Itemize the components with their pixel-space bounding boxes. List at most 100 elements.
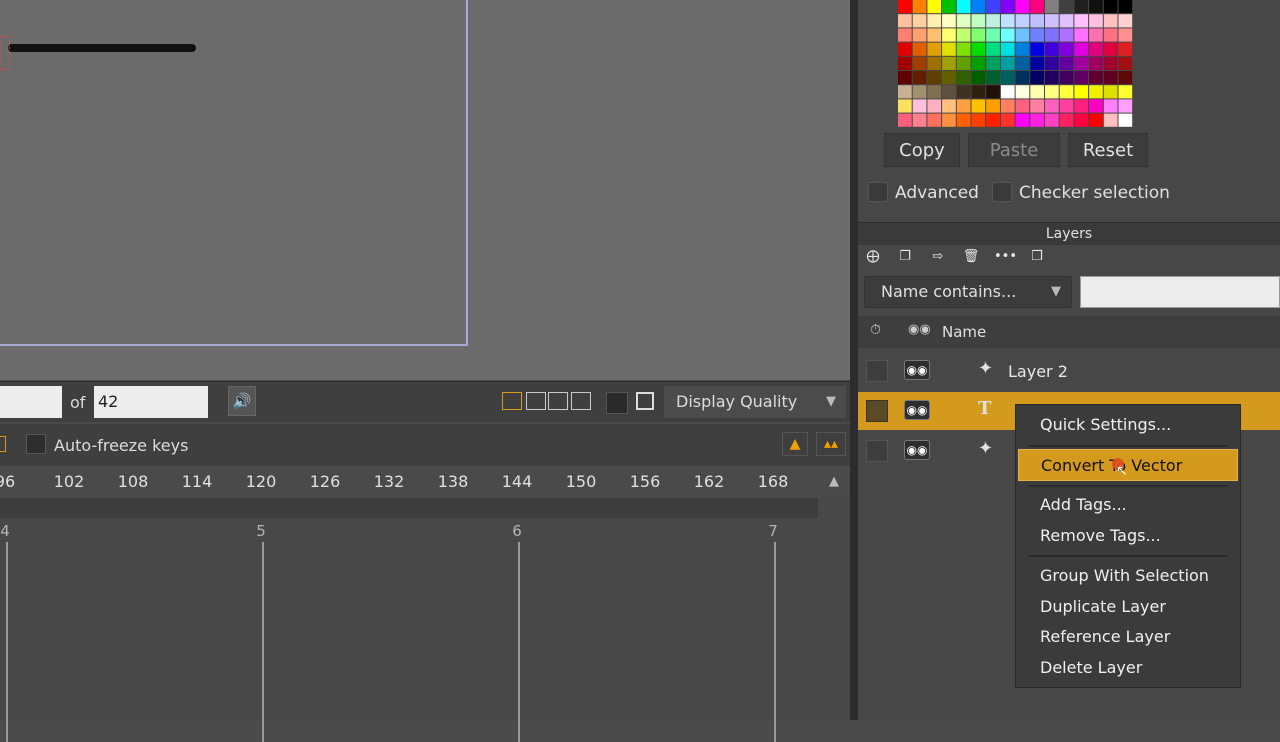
eye-icon[interactable]: ◉◉: [904, 360, 930, 380]
palette-swatch[interactable]: [912, 56, 927, 70]
palette-swatch[interactable]: [1103, 42, 1118, 56]
trash-icon[interactable]: 🗑: [960, 248, 982, 266]
palette-swatch[interactable]: [1030, 28, 1044, 42]
copy-button[interactable]: Copy: [884, 133, 960, 167]
timeline-ruler[interactable]: 96 102 108 114 120 126 132 138 144 150 156 162 168: [0, 466, 818, 498]
palette-swatch[interactable]: [1015, 56, 1030, 70]
eye-icon[interactable]: ◉◉: [904, 400, 930, 420]
palette-swatch[interactable]: [1118, 85, 1133, 99]
palette-swatch[interactable]: [942, 99, 956, 113]
palette-swatch[interactable]: [912, 113, 927, 127]
speaker-icon[interactable]: 🔊: [228, 386, 256, 416]
palette-swatch[interactable]: [986, 113, 1000, 127]
palette-swatch[interactable]: [956, 113, 971, 127]
palette-swatch[interactable]: [942, 0, 956, 14]
palette-swatch[interactable]: [927, 85, 942, 99]
palette-swatch[interactable]: [942, 56, 956, 70]
menu-item-quick-settings[interactable]: Quick Settings...: [1018, 409, 1238, 441]
palette-swatch[interactable]: [1015, 28, 1030, 42]
palette-swatch[interactable]: [956, 42, 971, 56]
current-frame-input[interactable]: [0, 386, 62, 418]
background-color-swatch[interactable]: [606, 392, 628, 414]
palette-swatch[interactable]: [1000, 99, 1015, 113]
menu-item-delete-layer[interactable]: Delete Layer: [1018, 652, 1238, 684]
more-options-icon[interactable]: •••: [994, 248, 1017, 266]
palette-swatch[interactable]: [971, 71, 986, 85]
palette-swatch[interactable]: [942, 71, 956, 85]
palette-swatch[interactable]: [1000, 0, 1015, 14]
palette-swatch[interactable]: [1000, 113, 1015, 127]
checker-selection-checkbox[interactable]: [992, 182, 1012, 202]
palette-swatch[interactable]: [1118, 0, 1133, 14]
palette-swatch[interactable]: [927, 0, 942, 14]
palette-swatch[interactable]: [1015, 0, 1030, 14]
palette-swatch[interactable]: [986, 42, 1000, 56]
palette-swatch[interactable]: [1089, 85, 1103, 99]
color-palette[interactable]: [898, 0, 1134, 128]
palette-swatch[interactable]: [1118, 42, 1133, 56]
palette-swatch[interactable]: [1045, 28, 1059, 42]
palette-swatch[interactable]: [1103, 0, 1118, 14]
palette-swatch[interactable]: [956, 71, 971, 85]
palette-swatch[interactable]: [942, 28, 956, 42]
palette-swatch[interactable]: [1030, 71, 1044, 85]
triangle-up-icon[interactable]: ▲: [782, 432, 808, 456]
palette-swatch[interactable]: [898, 99, 912, 113]
palette-swatch[interactable]: [1000, 56, 1015, 70]
palette-swatch[interactable]: [942, 113, 956, 127]
palette-swatch[interactable]: [1000, 28, 1015, 42]
palette-swatch[interactable]: [1103, 113, 1118, 127]
display-quality-dropdown[interactable]: Display Quality ▼: [664, 386, 846, 418]
palette-swatch[interactable]: [912, 0, 927, 14]
menu-item-reference-layer[interactable]: Reference Layer: [1018, 621, 1238, 653]
palette-swatch[interactable]: [1000, 14, 1015, 28]
menu-item-remove-tags[interactable]: Remove Tags...: [1018, 520, 1238, 552]
palette-swatch[interactable]: [1103, 14, 1118, 28]
reset-button[interactable]: Reset: [1068, 133, 1148, 167]
palette-swatch[interactable]: [1074, 56, 1089, 70]
palette-swatch[interactable]: [898, 42, 912, 56]
palette-swatch[interactable]: [1059, 71, 1074, 85]
palette-swatch[interactable]: [1103, 99, 1118, 113]
palette-swatch[interactable]: [1045, 113, 1059, 127]
palette-swatch[interactable]: [971, 42, 986, 56]
palette-swatch[interactable]: [1074, 85, 1089, 99]
palette-swatch[interactable]: [927, 56, 942, 70]
palette-swatch[interactable]: [1045, 99, 1059, 113]
palette-swatch[interactable]: [1030, 99, 1044, 113]
palette-swatch[interactable]: [1103, 85, 1118, 99]
palette-swatch[interactable]: [927, 99, 942, 113]
palette-swatch[interactable]: [1118, 14, 1133, 28]
palette-swatch[interactable]: [1015, 85, 1030, 99]
palette-swatch[interactable]: [912, 99, 927, 113]
palette-swatch[interactable]: [1015, 71, 1030, 85]
palette-swatch[interactable]: [1059, 28, 1074, 42]
palette-swatch[interactable]: [1045, 0, 1059, 14]
palette-swatch[interactable]: [1015, 99, 1030, 113]
palette-swatch[interactable]: [971, 85, 986, 99]
palette-swatch[interactable]: [927, 14, 942, 28]
palette-swatch[interactable]: [1074, 99, 1089, 113]
palette-swatch[interactable]: [898, 85, 912, 99]
palette-swatch[interactable]: [1074, 0, 1089, 14]
auto-freeze-checkbox[interactable]: [26, 434, 46, 454]
palette-swatch[interactable]: [1045, 56, 1059, 70]
palette-swatch[interactable]: [1089, 42, 1103, 56]
palette-swatch[interactable]: [1089, 28, 1103, 42]
palette-swatch[interactable]: [1059, 0, 1074, 14]
palette-swatch[interactable]: [1059, 42, 1074, 56]
horizontal-split-icon[interactable]: [548, 392, 568, 410]
palette-swatch[interactable]: [971, 99, 986, 113]
palette-swatch[interactable]: [1030, 14, 1044, 28]
palette-swatch[interactable]: [942, 42, 956, 56]
palette-swatch[interactable]: [956, 85, 971, 99]
palette-swatch[interactable]: [1000, 42, 1015, 56]
quad-view-icon[interactable]: [571, 392, 591, 410]
palette-swatch[interactable]: [1045, 71, 1059, 85]
paste-button[interactable]: Paste: [968, 133, 1060, 167]
crop-icon[interactable]: [636, 392, 654, 410]
palette-swatch[interactable]: [898, 0, 912, 14]
palette-swatch[interactable]: [1103, 71, 1118, 85]
palette-swatch[interactable]: [898, 56, 912, 70]
palette-swatch[interactable]: [927, 42, 942, 56]
